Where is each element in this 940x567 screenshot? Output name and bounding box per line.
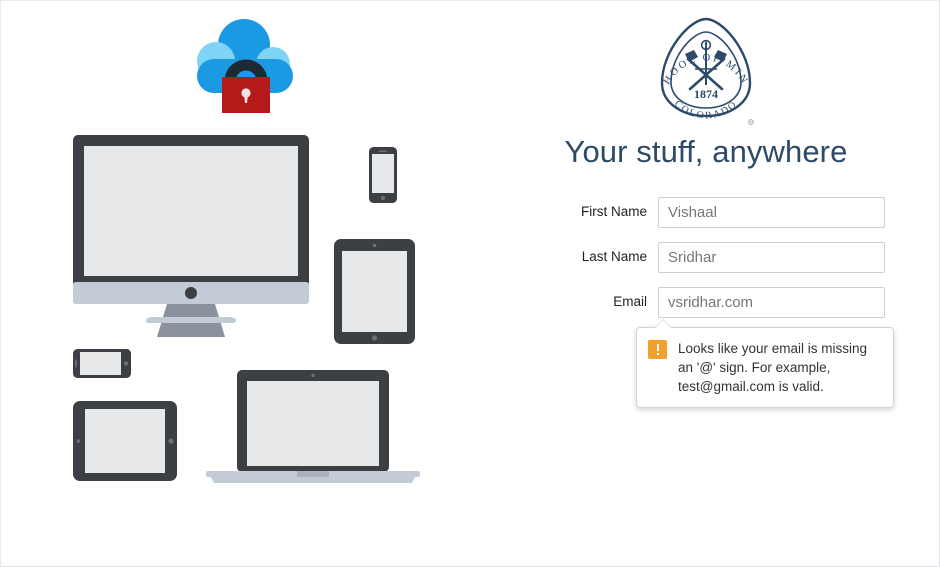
password-label <box>471 332 658 339</box>
desktop-monitor-illustration <box>73 135 309 337</box>
first-name-input[interactable] <box>658 197 885 228</box>
smartphone-portrait-illustration <box>369 147 397 203</box>
last-name-label: Last Name <box>581 249 647 264</box>
cloud-with-padlock-icon <box>197 19 293 113</box>
email-input[interactable] <box>658 287 885 318</box>
svg-text:SCHOOL OF MINES: SCHOOL OF MINES <box>652 13 751 87</box>
school-logo: SCHOOL OF MINES COLORADO 1874 <box>471 5 939 134</box>
laptop-illustration <box>206 370 420 483</box>
tooltip-message: Looks like your email is missing an '@' … <box>678 341 868 395</box>
svg-text:COLORADO: COLORADO <box>672 98 740 121</box>
colorado-school-of-mines-seal-icon: SCHOOL OF MINES COLORADO 1874 <box>647 5 754 125</box>
first-name-label: First Name <box>580 204 647 219</box>
last-name-input[interactable] <box>658 242 885 273</box>
email-label: Email <box>613 294 647 309</box>
tooltip-arrow-inner <box>654 320 672 329</box>
tablet-landscape-illustration <box>73 401 177 481</box>
page-title: Your stuff, anywhere <box>564 134 848 169</box>
signup-panel: SCHOOL OF MINES COLORADO 1874 <box>471 1 939 566</box>
devices-illustration <box>1 1 471 566</box>
svg-text:1874: 1874 <box>694 87 718 101</box>
email-validation-tooltip: Looks like your email is missing an '@' … <box>636 319 894 409</box>
form-row-email: Email <box>471 287 939 332</box>
form-row-first-name: First Name <box>471 197 939 242</box>
tablet-portrait-illustration <box>334 239 415 344</box>
warning-icon <box>648 340 667 359</box>
form-row-last-name: Last Name <box>471 242 939 287</box>
smartphone-landscape-illustration <box>73 349 131 378</box>
signup-page: SCHOOL OF MINES COLORADO 1874 <box>0 0 940 567</box>
